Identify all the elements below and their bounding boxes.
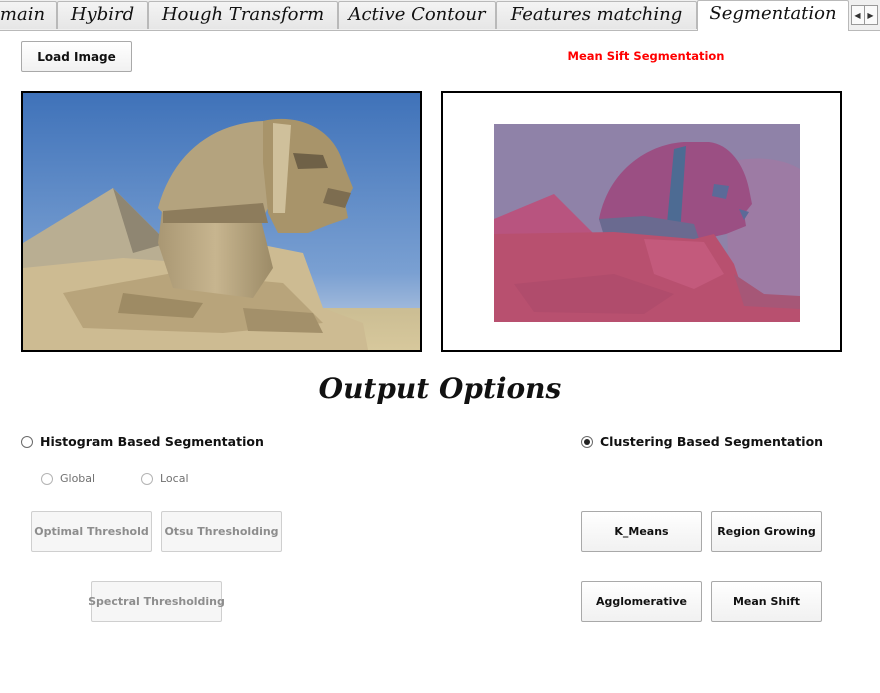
global-label: Global — [60, 472, 96, 485]
tab-features-matching[interactable]: Features matching — [496, 1, 697, 29]
radio-dot-icon — [584, 438, 590, 445]
output-options-heading: Output Options — [318, 372, 562, 405]
region-growing-button[interactable]: Region Growing — [711, 511, 822, 552]
load-image-button[interactable]: Load Image — [21, 41, 132, 72]
chevron-left-icon: ◀ — [854, 10, 861, 20]
global-radio[interactable]: Global — [41, 472, 95, 485]
input-image — [23, 93, 420, 350]
tab-active-contour[interactable]: Active Contour — [338, 1, 496, 29]
tab-segmentation[interactable]: Segmentation — [697, 0, 849, 31]
histogram-segmentation-radio[interactable]: Histogram Based Segmentation — [21, 434, 264, 449]
app-window: main Hybird Hough Transform Active Conto… — [0, 0, 880, 693]
chevron-right-icon: ▶ — [867, 10, 874, 20]
otsu-thresholding-button[interactable]: Otsu Thresholding — [161, 511, 282, 552]
tab-scroller: ◀ ▶ — [848, 0, 880, 30]
input-image-panel — [21, 91, 422, 352]
radio-circle-unchecked-icon — [21, 435, 33, 448]
agglomerative-button[interactable]: Agglomerative — [581, 581, 702, 622]
histogram-segmentation-label: Histogram Based Segmentation — [40, 434, 264, 449]
tab-bar: main Hybird Hough Transform Active Conto… — [0, 0, 880, 31]
tab-main[interactable]: main — [0, 1, 57, 29]
local-radio[interactable]: Local — [141, 472, 189, 485]
tab-hough-transform[interactable]: Hough Transform — [148, 1, 338, 29]
radio-circle-unchecked-icon — [41, 472, 53, 485]
segmented-image — [443, 93, 840, 350]
radio-circle-unchecked-icon — [141, 472, 153, 485]
kmeans-button[interactable]: K_Means — [581, 511, 702, 552]
optimal-threshold-button[interactable]: Optimal Threshold — [31, 511, 152, 552]
mean-shift-button[interactable]: Mean Shift — [711, 581, 822, 622]
tab-scroll-left-button[interactable]: ◀ — [850, 5, 865, 25]
clustering-segmentation-label: Clustering Based Segmentation — [600, 434, 824, 449]
radio-circle-checked-icon — [581, 435, 593, 448]
output-image-panel — [441, 91, 842, 352]
result-title: Mean Sift Segmentation — [567, 49, 725, 63]
spectral-thresholding-button[interactable]: Spectral Thresholding — [88, 581, 225, 622]
local-label: Local — [160, 472, 189, 485]
tab-scroll-right-button[interactable]: ▶ — [863, 5, 878, 25]
clustering-segmentation-radio[interactable]: Clustering Based Segmentation — [581, 434, 823, 449]
tab-hybird[interactable]: Hybird — [57, 1, 148, 29]
